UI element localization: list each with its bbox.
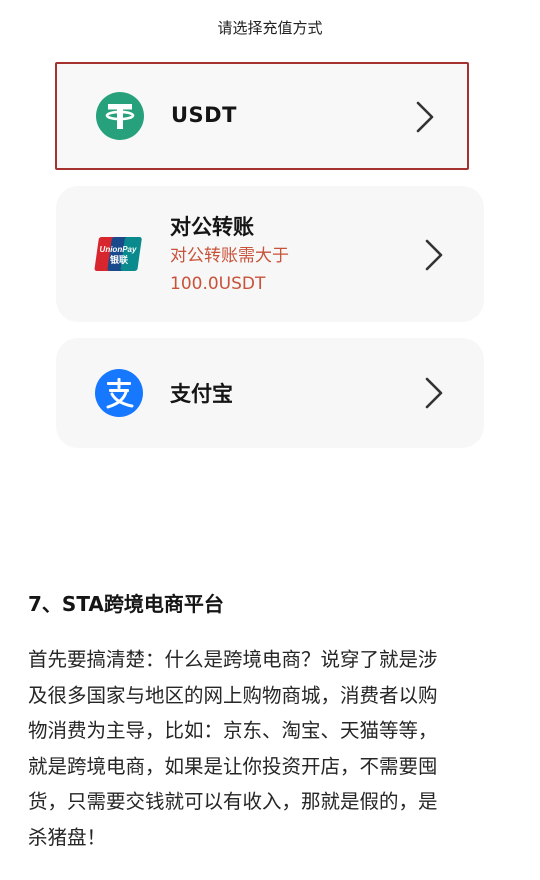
article-heading: 7、STA跨境电商平台: [28, 592, 224, 616]
payment-option-label: 对公转账: [170, 215, 254, 239]
svg-text:银联: 银联: [110, 254, 129, 266]
payment-option-label: 支付宝: [170, 382, 233, 406]
chevron-right-icon: [425, 377, 443, 409]
article-line: 首先要搞清楚：什么是跨境电商？说穿了就是涉: [28, 648, 438, 671]
article-line: 物消费为主导，比如：京东、淘宝、天猫等等，: [28, 719, 438, 743]
chevron-right-icon: [416, 101, 434, 133]
article-line: 杀猪盘！: [28, 825, 107, 849]
unionpay-icon: UnionPay 银联: [94, 237, 142, 271]
screen-title: 请选择充值方式: [217, 19, 323, 37]
tether-icon: [96, 92, 144, 140]
payment-option-bank-transfer[interactable]: UnionPay 银联 对公转账 对公转账需大于 100.0USDT: [56, 186, 484, 322]
payment-option-label: USDT: [171, 103, 237, 127]
article-body: 首先要搞清楚：什么是跨境电商？说穿了就是涉 及很多国家与地区的网上购物商城，消费…: [28, 642, 514, 856]
chevron-right-icon: [425, 239, 443, 271]
note-line: 100.0USDT: [170, 274, 266, 294]
payment-option-note: 对公转账需大于 100.0USDT: [170, 242, 330, 298]
svg-text:UnionPay: UnionPay: [100, 245, 137, 254]
article-line: 就是跨境电商，如果是让你投资开店，不需要囤: [28, 754, 438, 778]
alipay-icon: [95, 369, 143, 417]
article-line: 货，只需要交钱就可以有收入，那就是假的，是: [28, 790, 438, 814]
payment-option-alipay[interactable]: 支付宝: [56, 338, 484, 448]
article-line: 及很多国家与地区的网上购物商城，消费者以购: [28, 683, 438, 707]
payment-option-usdt[interactable]: USDT: [55, 62, 469, 170]
note-line: 对公转账需大于: [170, 246, 289, 266]
